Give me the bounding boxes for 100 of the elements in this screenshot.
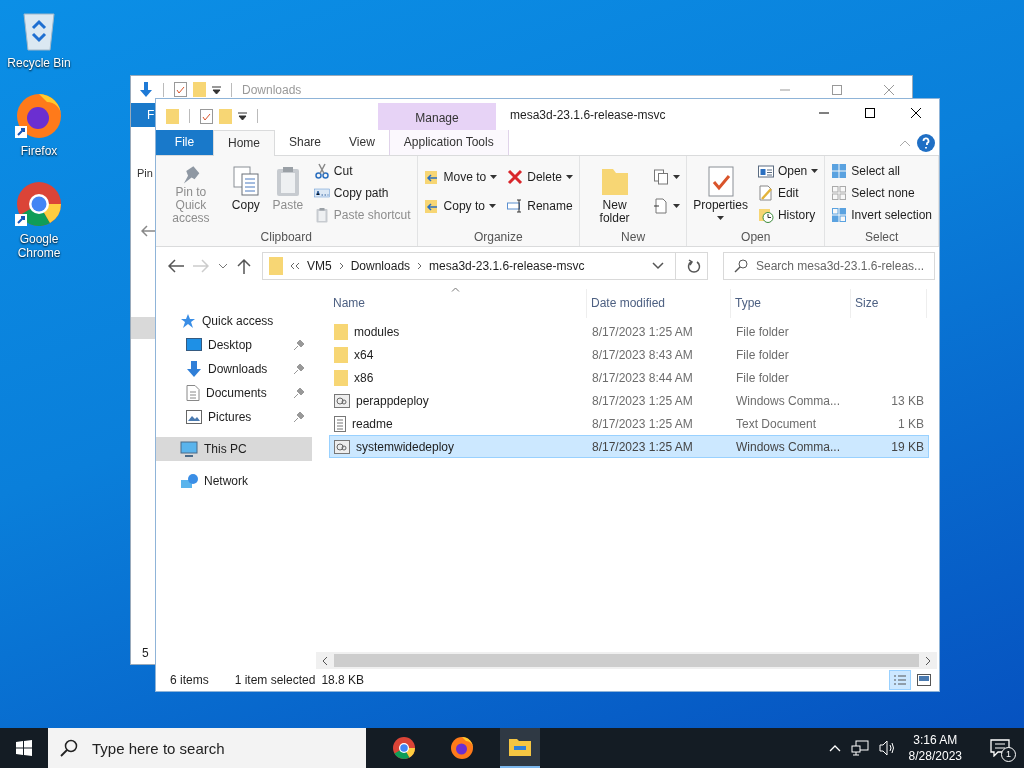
back-arrow-icon[interactable] bbox=[141, 225, 155, 237]
file-row[interactable]: systemwidedeploy 8/17/2023 1:25 AM Windows Comma... 19 KB bbox=[329, 435, 929, 458]
type-cell-text: File folder bbox=[735, 347, 790, 362]
ribbon-button[interactable]: New folder bbox=[581, 158, 648, 228]
ribbon-button[interactable]: Copy path bbox=[309, 182, 415, 204]
ribbon-button[interactable]: Select all bbox=[827, 160, 936, 182]
recent-locations-icon[interactable] bbox=[218, 263, 228, 269]
ribbon-tab[interactable]: Share bbox=[275, 130, 336, 155]
desktop-icon-label[interactable]: Google Chrome bbox=[1, 232, 77, 260]
nav-item[interactable]: Desktop bbox=[156, 333, 312, 357]
file-name: modules bbox=[354, 324, 400, 339]
show-hidden-icons-icon[interactable] bbox=[828, 744, 841, 752]
column-header[interactable]: Date modified bbox=[587, 289, 731, 318]
volume-icon[interactable] bbox=[878, 740, 897, 756]
breadcrumb-chevron-icon[interactable] bbox=[338, 262, 344, 270]
type-cell-text: Windows Comma... bbox=[735, 393, 842, 408]
file-row[interactable]: modules 8/17/2023 1:25 AM File folder bbox=[329, 320, 929, 343]
ribbon-button[interactable]: Copy bbox=[225, 158, 266, 228]
ribbon-button[interactable]: Open bbox=[753, 160, 823, 182]
firefox-icon[interactable] bbox=[15, 92, 63, 140]
file-name: perappdeploy bbox=[356, 393, 429, 408]
size-cell: 1 KB bbox=[898, 416, 924, 431]
taskbar-search-field[interactable]: Type here to search bbox=[90, 738, 366, 758]
overflow-chevron-icon[interactable] bbox=[290, 262, 300, 270]
file-row[interactable]: perappdeploy 8/17/2023 1:25 AM Windows Comma... 13 KB bbox=[329, 389, 929, 412]
folder-icon bbox=[269, 257, 283, 275]
script-file-icon bbox=[334, 393, 350, 408]
chrome-icon[interactable] bbox=[15, 180, 63, 228]
desktop-icon-label[interactable]: Firefox bbox=[20, 144, 58, 158]
ribbon-button[interactable]: Invert selection bbox=[827, 204, 936, 226]
file-row[interactable]: x64 8/17/2023 8:43 AM File folder bbox=[329, 343, 929, 366]
script-file-icon bbox=[334, 439, 350, 454]
folder-icon bbox=[166, 108, 179, 124]
clock-time[interactable]: 3:16 AM bbox=[913, 732, 958, 748]
edit-icon bbox=[757, 185, 774, 201]
file-name: x86 bbox=[354, 370, 374, 385]
properties-icon[interactable] bbox=[200, 108, 213, 124]
status-text: 18.8 KB bbox=[321, 673, 365, 687]
ribbon-button[interactable]: Cut bbox=[309, 160, 415, 182]
folder-icon bbox=[334, 346, 348, 363]
cut-off-tab[interactable]: F bbox=[131, 103, 156, 127]
column-header[interactable]: Name bbox=[329, 289, 587, 318]
caret-icon[interactable] bbox=[238, 112, 247, 120]
horizontal-scrollbar[interactable] bbox=[316, 652, 937, 669]
file-row[interactable]: x86 8/17/2023 8:44 AM File folder bbox=[329, 366, 929, 389]
back-arrow-icon[interactable] bbox=[168, 259, 184, 273]
breadcrumb[interactable]: mesa3d-23.1.6-release-msvc bbox=[429, 259, 585, 273]
invert-selection-icon bbox=[831, 207, 848, 223]
nav-item[interactable]: Network bbox=[156, 469, 312, 493]
nav-item[interactable]: Documents bbox=[156, 381, 312, 405]
ribbon-tab[interactable]: View bbox=[335, 130, 389, 155]
breadcrumb[interactable]: VM5 bbox=[307, 259, 332, 273]
caret-icon[interactable] bbox=[212, 85, 221, 94]
date-cell-text: 8/17/2023 1:25 AM bbox=[591, 416, 694, 431]
ribbon-button[interactable]: History bbox=[753, 204, 823, 226]
rename-icon bbox=[507, 198, 524, 214]
search-field[interactable]: Search mesa3d-23.1.6-releas... bbox=[756, 259, 930, 273]
column-header[interactable]: Type bbox=[731, 289, 851, 318]
ribbon-tab[interactable]: Application Tools bbox=[388, 130, 509, 155]
nav-item[interactable]: This PC bbox=[156, 437, 312, 461]
ribbon-button[interactable]: Delete bbox=[503, 166, 577, 188]
ribbon-button[interactable]: Rename bbox=[503, 195, 577, 217]
file-row[interactable]: readme 8/17/2023 1:25 AM Text Document 1 KB bbox=[329, 412, 929, 435]
scroll-right-icon[interactable] bbox=[925, 656, 931, 665]
refresh-icon[interactable] bbox=[687, 259, 701, 273]
nav-item[interactable]: Downloads bbox=[156, 357, 312, 381]
ribbon-button[interactable]: Properties bbox=[689, 158, 752, 228]
network-icon[interactable] bbox=[850, 740, 869, 756]
windows-start-icon[interactable] bbox=[16, 740, 32, 756]
ribbon-tab[interactable]: File bbox=[156, 130, 213, 155]
search-box[interactable]: Search mesa3d-23.1.6-releas... bbox=[723, 252, 935, 280]
ribbon-tab[interactable]: Home bbox=[213, 130, 275, 156]
scroll-left-icon[interactable] bbox=[322, 656, 328, 665]
ribbon-group-label: Open bbox=[740, 230, 772, 246]
taskbar-search-box[interactable]: Type here to search bbox=[48, 728, 366, 768]
desktop-icon-label[interactable]: Recycle Bin bbox=[7, 56, 71, 70]
dropdown-icon[interactable] bbox=[652, 262, 664, 270]
date-cell-text: 8/17/2023 1:25 AM bbox=[591, 324, 694, 339]
column-header[interactable]: Size bbox=[851, 289, 927, 318]
folder-icon bbox=[334, 369, 348, 386]
help-icon[interactable] bbox=[917, 133, 935, 152]
date-cell-text: 8/17/2023 1:25 AM bbox=[591, 393, 694, 408]
clock-date[interactable]: 8/28/2023 bbox=[908, 748, 962, 764]
folder-icon bbox=[193, 82, 206, 97]
notifications-icon[interactable] bbox=[990, 739, 1010, 757]
selection-highlight bbox=[131, 317, 156, 339]
window-title: Downloads bbox=[242, 82, 302, 97]
ribbon-button[interactable]: Copy to bbox=[419, 195, 502, 217]
address-bar[interactable]: VM5 Downloads mesa3d-23.1.6-release-msvc bbox=[262, 252, 708, 280]
ribbon-button[interactable]: Move to bbox=[419, 166, 502, 188]
date-cell-text: 8/17/2023 8:43 AM bbox=[591, 347, 694, 362]
breadcrumb[interactable]: Downloads bbox=[350, 259, 411, 273]
taskbar-app[interactable] bbox=[500, 728, 540, 768]
up-arrow-icon[interactable] bbox=[237, 258, 251, 274]
ribbon-button[interactable]: Select none bbox=[827, 182, 936, 204]
nav-item[interactable]: Quick access bbox=[156, 309, 312, 333]
nav-item[interactable]: Pictures bbox=[156, 405, 312, 429]
ribbon-button[interactable]: Edit bbox=[753, 182, 823, 204]
breadcrumb-chevron-icon[interactable] bbox=[417, 262, 423, 270]
text-file-icon bbox=[334, 415, 346, 432]
